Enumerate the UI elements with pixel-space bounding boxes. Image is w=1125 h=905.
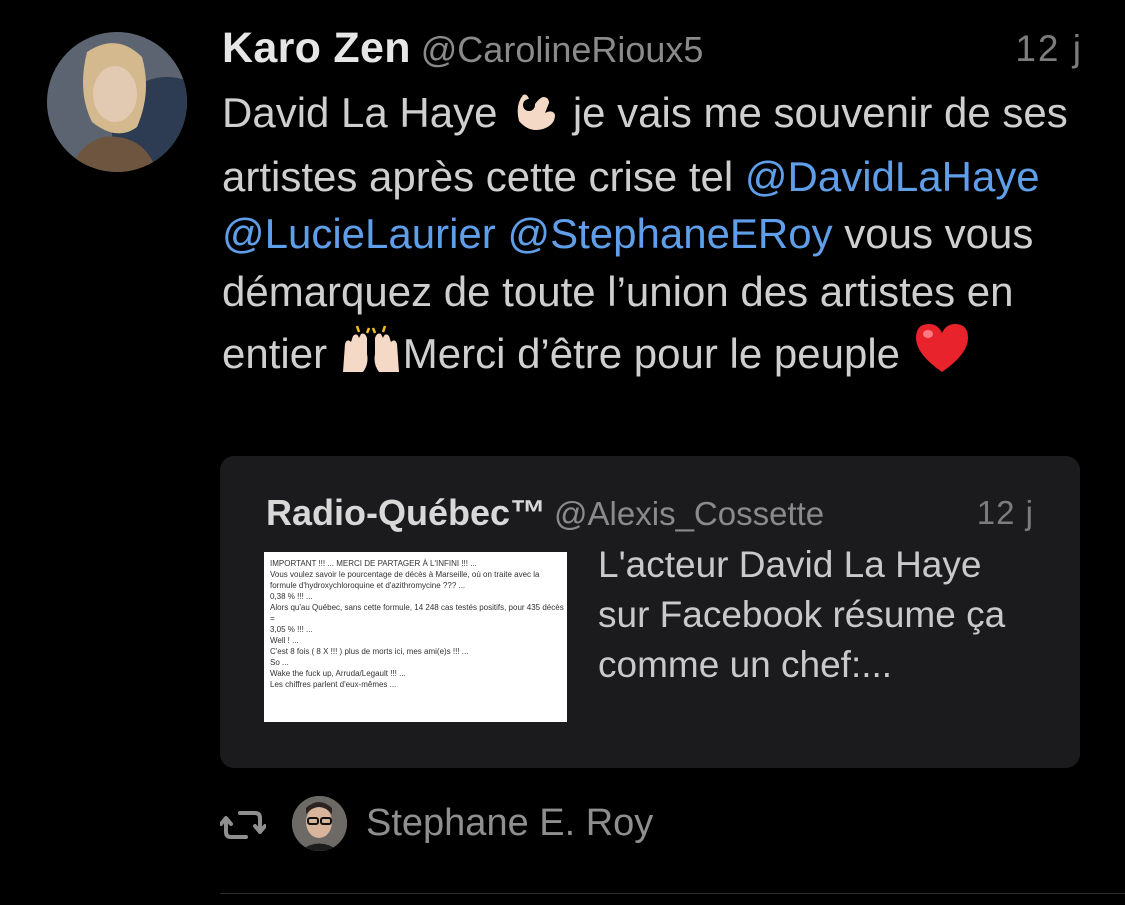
tweet-time: 12 j xyxy=(1015,28,1083,69)
author-name[interactable]: Karo Zen xyxy=(222,24,411,72)
quoted-tweet[interactable]: Radio-Québec™ @Alexis_Cossette 12 j IMPOR… xyxy=(220,456,1080,768)
retweet-icon[interactable] xyxy=(219,808,267,842)
retweet-footer: Stephane E. Roy xyxy=(219,796,920,856)
quoted-author-name: Radio-Québec™ xyxy=(266,492,547,533)
quoted-thumbnail[interactable]: IMPORTANT !!! ... MERCI DE PARTAGER À L'… xyxy=(264,552,567,722)
thumbnail-line: C'est 8 fois ( 8 X !!! ) plus de morts i… xyxy=(270,647,469,656)
author-avatar[interactable] xyxy=(47,32,187,172)
thumbnail-line: 0,38 % !!! ... xyxy=(270,592,313,601)
red-heart-icon xyxy=(912,320,972,389)
quoted-time: 12 j xyxy=(976,494,1034,531)
mention-link[interactable]: @DavidLaHaye xyxy=(745,153,1040,200)
thumbnail-line: 3,05 % !!! ... xyxy=(270,625,313,634)
mention-link[interactable]: @StephaneERoy xyxy=(507,210,832,257)
thumbnail-line: Vous voulez savoir le pourcentage de déc… xyxy=(270,570,540,590)
retweeter-name[interactable]: Stephane E. Roy xyxy=(366,802,653,845)
divider xyxy=(220,893,1125,894)
mention-link[interactable]: @LucieLaurier xyxy=(222,210,496,257)
tweet-header: Karo Zen @CarolineRioux5 12 j xyxy=(222,24,1085,78)
thumbnail-line: Les chiffres parlent d'eux-mêmes ... xyxy=(270,680,397,689)
thumbnail-line: Well ! ... xyxy=(270,636,299,645)
thumbnail-line: IMPORTANT !!! ... MERCI DE PARTAGER À L'… xyxy=(270,559,477,568)
retweeter-avatar[interactable] xyxy=(292,796,347,851)
tweet-text: David La Haye je vais me souvenir de ses… xyxy=(222,84,1092,389)
raising-hands-icon xyxy=(339,324,403,389)
ok-hand-icon xyxy=(509,85,561,148)
thumbnail-line: Wake the fuck up, Arruda/Legault !!! ... xyxy=(270,669,406,678)
quoted-text: L'acteur David La Haye sur Facebook résu… xyxy=(598,544,1006,685)
quoted-author[interactable]: Radio-Québec™ @Alexis_Cossette xyxy=(266,492,824,534)
author-handle[interactable]: @CarolineRioux5 xyxy=(421,29,704,70)
quoted-author-handle: @Alexis_Cossette xyxy=(554,495,825,532)
thumbnail-line: So ... xyxy=(270,658,289,667)
thumbnail-line: Alors qu'au Québec, sans cette formule, … xyxy=(270,603,564,623)
